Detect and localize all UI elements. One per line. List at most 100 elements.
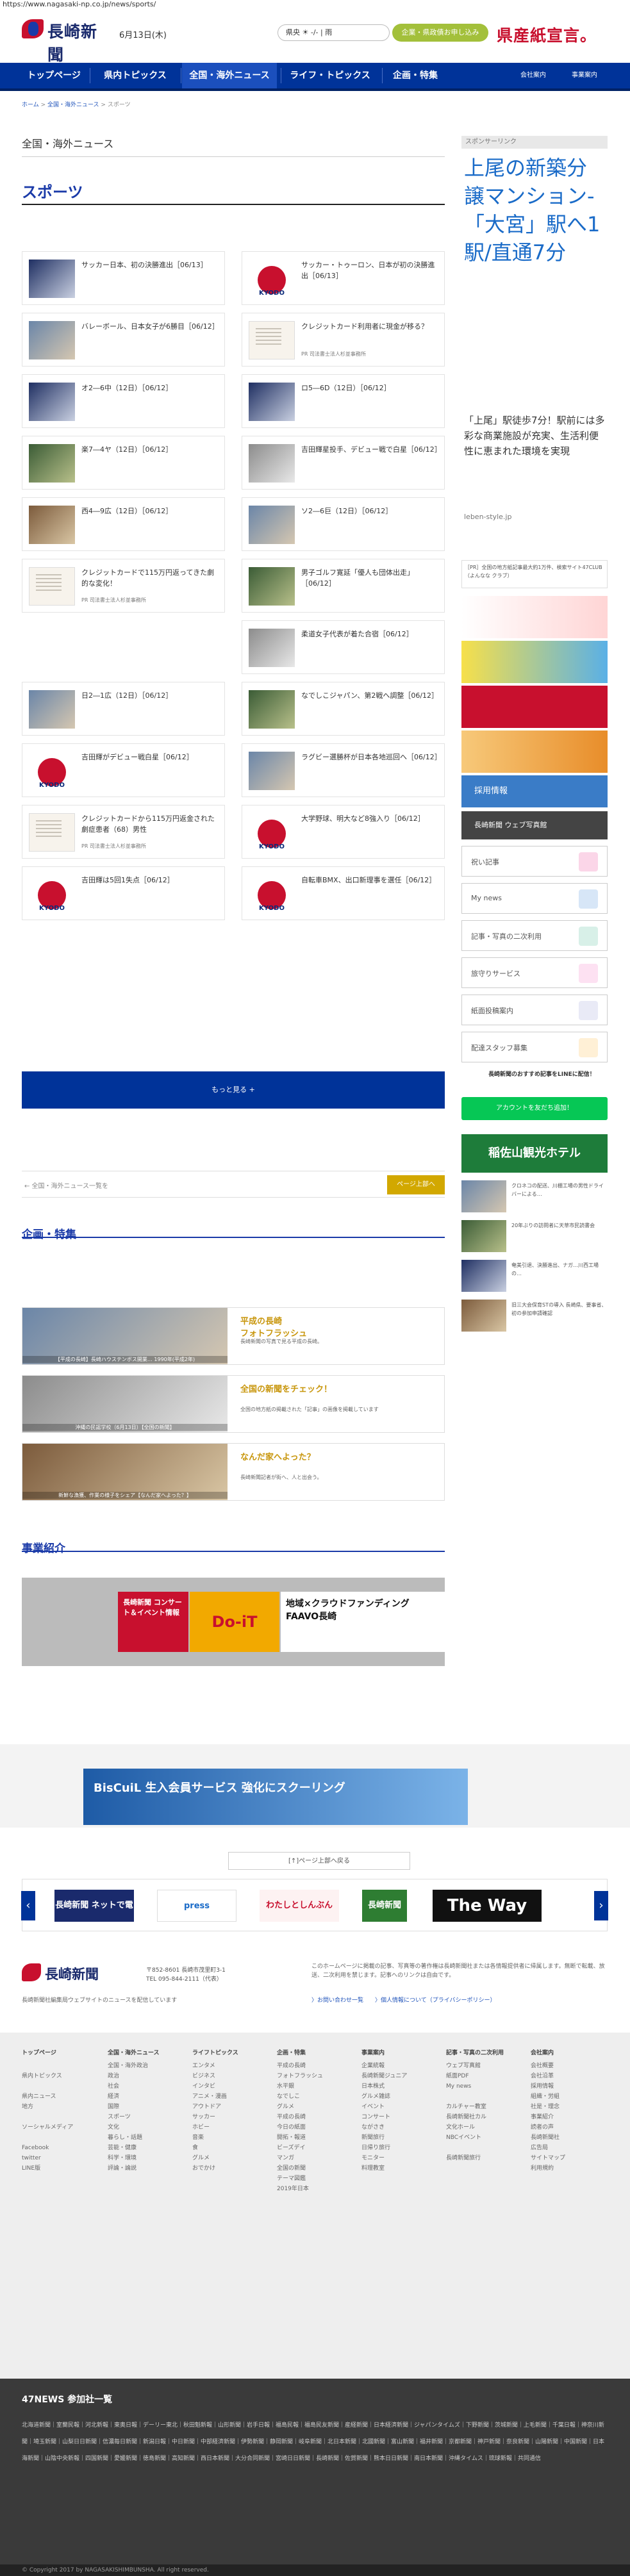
breadcrumb-home[interactable]: ホーム (22, 102, 39, 108)
sitemap-link[interactable]: インタビ (192, 2081, 270, 2092)
carousel-prev-icon[interactable]: ‹ (21, 1891, 35, 1920)
site-logo[interactable]: 長崎新聞 (22, 17, 109, 64)
sponsor-ad-url[interactable]: leben-style.jp (464, 513, 511, 521)
page-top-link[interactable]: [↑]ページ上部へ戻る (228, 1852, 410, 1870)
sitemap-link[interactable]: 地方 (22, 2102, 100, 2112)
sitemap-heading[interactable]: 記事・写真の二次利用 (446, 2048, 524, 2058)
hotel-banner[interactable]: 稲佐山観光ホテル (461, 1134, 608, 1173)
sitemap-link[interactable]: テーマ図鑑 (277, 2174, 355, 2184)
sitemap-heading[interactable]: 全国・海外ニュース (108, 2048, 186, 2058)
concert-banner[interactable]: 長崎新聞 コンサート＆イベント情報 (118, 1592, 188, 1652)
sitemap-link[interactable]: エンタメ (192, 2061, 270, 2071)
sitemap-link[interactable]: 評論・論説 (108, 2163, 186, 2174)
carousel-item[interactable]: 長崎新聞 ネットで電子 (54, 1890, 134, 1942)
news-card-title[interactable]: 大学野球、明大など8強入り［06/12］ (301, 813, 440, 824)
sponsor-ad[interactable]: 上尾の新築分譲マンション-「大宮」駅へ1駅/直通7分 「上尾」駅徒歩7分！駅前に… (461, 154, 608, 521)
side-banner-campaign[interactable] (461, 641, 608, 683)
sitemap-link[interactable]: 料理教室 (361, 2163, 440, 2174)
sitemap-link[interactable]: イベント (361, 2102, 440, 2112)
side-link-oiwai[interactable]: 祝い記事 (461, 846, 608, 877)
sitemap-link[interactable]: 文化 (108, 2122, 186, 2133)
sitemap-link[interactable]: 企業統報 (361, 2061, 440, 2071)
news-card[interactable]: サッカー日本、初の決勝進出［06/13］ (22, 251, 225, 305)
side-banner-web[interactable]: 長崎新聞 ウェブ写真館 (461, 811, 608, 839)
news-card[interactable]: KYODO 吉田輝は5回1失点［06/12］ (22, 866, 225, 920)
sitemap-link[interactable]: 社会 (108, 2081, 186, 2092)
news-card-title[interactable]: 吉田輝星投手、デビュー戦で白星［06/12］ (301, 444, 442, 455)
sitemap-link[interactable]: 県内ニュース (22, 2092, 100, 2102)
sitemap-link[interactable]: 食 (192, 2143, 270, 2153)
sitemap-link[interactable]: LINE版 (22, 2163, 100, 2174)
news-card[interactable]: 吉田輝星投手、デビュー戦で白星［06/12］ (242, 436, 445, 490)
news-card-title[interactable]: ソ2―6巨（12日）［06/12］ (301, 506, 440, 516)
sitemap-link[interactable]: 日本株式 (361, 2081, 440, 2092)
side-banner-omiyage[interactable] (461, 686, 608, 728)
news-card[interactable]: なでしこジャパン、第2戦へ調整［06/12］ (242, 682, 445, 736)
news-card[interactable]: ラグビー選勝杯が日本各地巡回へ［06/12］ (242, 743, 445, 797)
sitemap-link[interactable] (22, 2081, 100, 2092)
side-link-mynews[interactable]: My news (461, 883, 608, 914)
news-card-title[interactable]: 楽7―4ヤ（12日）［06/12］ (81, 444, 220, 455)
sitemap-link[interactable]: 国際 (108, 2102, 186, 2112)
news-card[interactable]: ソ2―6巨（12日）［06/12］ (242, 497, 445, 551)
sitemap-link[interactable]: 全国・海外政治 (108, 2061, 186, 2071)
sitemap-link[interactable]: ウェブ写真館 (446, 2061, 524, 2071)
news-card[interactable]: クレジットカードで115万円返ってきた劇的な変化！ PR 司法書士法人杉並事務所 (22, 559, 225, 613)
footer-links[interactable]: 〉お問い合わせ一覧 〉個人情報について（プライバシーポリシー） (311, 1995, 496, 2004)
nav-item-top[interactable]: トップページ (22, 63, 86, 88)
news-card-title[interactable]: 柔道女子代表が着た合宿［06/12］ (301, 629, 440, 640)
sitemap-link[interactable]: 日帰り旅行 (361, 2143, 440, 2153)
side-news-item[interactable]: 20年ぶりの訪問者に天草市民読書会 (461, 1220, 608, 1252)
sitemap-link[interactable] (446, 2143, 524, 2153)
bottom-ad[interactable]: BisCuiL 生入会員サービス 強化にスクーリング (83, 1769, 468, 1825)
news-card-title[interactable]: サッカー日本、初の決勝進出［06/13］ (81, 260, 220, 270)
footer-logo[interactable]: 長崎新聞 (22, 1961, 109, 1984)
sitemap-link[interactable]: 組織・労組 (531, 2092, 609, 2102)
side-banner-saiyo[interactable]: 採用情報 (461, 775, 608, 807)
sitemap-heading[interactable]: ライフトピックス (192, 2048, 270, 2058)
sitemap-link[interactable]: 暮らし・話題 (108, 2133, 186, 2143)
sitemap-link[interactable]: 音楽 (192, 2133, 270, 2143)
sitemap-link[interactable]: 新聞旅行 (361, 2133, 440, 2143)
sitemap-heading[interactable]: 会社案内 (531, 2048, 609, 2058)
sitemap-link[interactable]: サッカー (192, 2112, 270, 2122)
page-top-button[interactable]: ページ上部へ (387, 1175, 445, 1194)
side-link-omamori[interactable]: 旅守りサービス (461, 957, 608, 988)
news-card[interactable]: 西4―9広（12日）［06/12］ (22, 497, 225, 551)
side-banner-contest[interactable] (461, 731, 608, 773)
news-card-title[interactable]: 吉田輝がデビュー戦白星［06/12］ (81, 752, 220, 763)
sitemap-link[interactable]: 今日の紙面 (277, 2122, 355, 2133)
sitemap-link[interactable]: 2019年日本 (277, 2184, 355, 2194)
sitemap-link[interactable]: 水平銀 (277, 2081, 355, 2092)
carousel-next-icon[interactable]: › (594, 1891, 608, 1920)
sitemap-link[interactable]: アニメ・漫画 (192, 2092, 270, 2102)
sitemap-link[interactable]: NBCイベント (446, 2133, 524, 2143)
news47-list[interactable]: 北海道新聞｜室蘭民報｜河北新報｜東奥日報｜デーリー東北｜秋田魁新報｜山形新聞｜岩… (22, 2417, 608, 2467)
news-card-title[interactable]: クレジットカード利用者に現金が移る？ (301, 321, 440, 332)
news-card[interactable]: KYODO 大学野球、明大など8強入り［06/12］ (242, 805, 445, 859)
breadcrumb-national[interactable]: 全国・海外ニュース (47, 102, 99, 108)
kigyo-signup-button[interactable]: 企業・県政債お申し込み (392, 24, 488, 42)
sitemap-link[interactable]: ホビー (192, 2122, 270, 2133)
sitemap-link[interactable]: グルメ雑誌 (361, 2092, 440, 2102)
carousel-item[interactable]: 長崎新聞 (362, 1890, 407, 1922)
news-card[interactable]: KYODO 自転車BMX、出口新理事を選任［06/12］ (242, 866, 445, 920)
news-card-title[interactable]: バレーボール、日本女子が6勝目［06/12］ (81, 321, 220, 332)
back-to-list-link[interactable]: ← 全国・海外ニュース一覧を (24, 1180, 108, 1190)
kensan-banner[interactable]: 県産紙宣言。 (497, 23, 606, 45)
sitemap-link[interactable]: ビーズデイ (277, 2143, 355, 2153)
doit-banner[interactable]: Do-iT (190, 1592, 279, 1652)
news-card[interactable]: KYODO サッカー・トゥーロン、日本が初の決勝進出［06/13］ (242, 251, 445, 305)
sitemap-link[interactable]: 長崎新聞社 (531, 2133, 609, 2143)
news-card-title[interactable]: クレジットカードから115万円返金された劇症患者（68）男性 (81, 813, 220, 835)
sitemap-link[interactable]: 読者の声 (531, 2122, 609, 2133)
news-card-title[interactable]: 西4―9広（12日）［06/12］ (81, 506, 220, 516)
pr-link[interactable]: ［PR］全国の地方紙記事最大約1万件、検索サイト47CLUB（よんなな クラブ） (461, 560, 608, 588)
carousel-item[interactable]: The Way (433, 1890, 542, 1922)
sitemap-heading[interactable]: 企画・特集 (277, 2048, 355, 2058)
news-card[interactable]: 男子ゴルフ寛延「優人も団体出走」［06/12］ (242, 559, 445, 613)
sitemap-link[interactable]: ソーシャルメディア (22, 2122, 100, 2133)
sitemap-link[interactable]: twitter (22, 2153, 100, 2163)
news-card-title[interactable]: 自転車BMX、出口新理事を選任［06/12］ (301, 875, 440, 886)
sitemap-link[interactable]: 経済 (108, 2092, 186, 2102)
